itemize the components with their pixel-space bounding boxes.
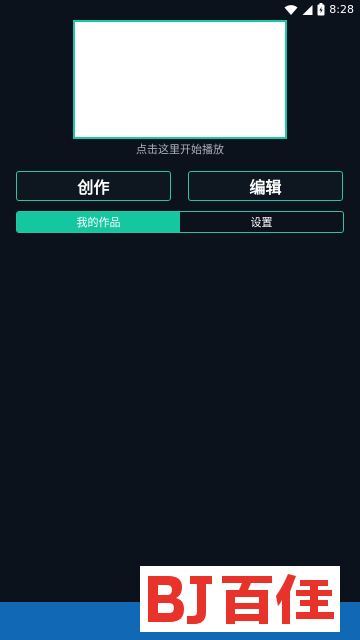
tab-my-works[interactable]: 我的作品 xyxy=(17,212,180,232)
play-hint[interactable]: 点击这里开始播放 xyxy=(0,141,360,157)
status-time: 8:28 xyxy=(329,3,354,16)
video-player[interactable] xyxy=(73,20,287,139)
battery-icon xyxy=(317,1,325,20)
create-button[interactable]: 创作 xyxy=(16,171,171,201)
signal-icon xyxy=(302,1,313,20)
wifi-icon xyxy=(284,1,298,20)
status-icons: 8:28 xyxy=(284,1,354,20)
watermark-logo xyxy=(140,566,340,632)
tab-bar: 我的作品 设置 xyxy=(16,211,344,233)
edit-button[interactable]: 编辑 xyxy=(188,171,343,201)
status-bar: 8:28 xyxy=(0,0,360,20)
tab-settings[interactable]: 设置 xyxy=(180,212,343,232)
